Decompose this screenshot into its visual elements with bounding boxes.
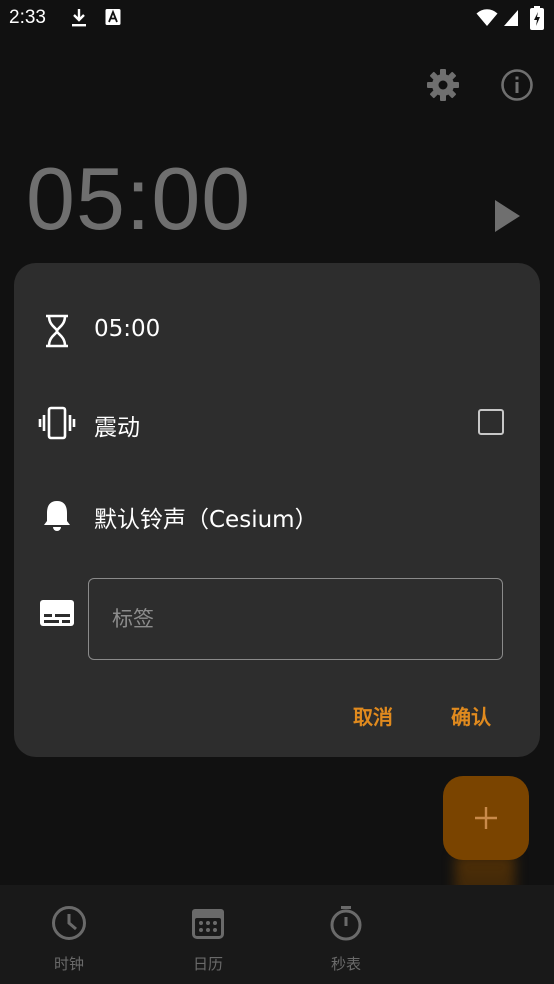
ringtone-row[interactable]: 默认铃声（Cesium） — [14, 486, 540, 542]
label-icon — [40, 600, 74, 626]
ringtone-label: 默认铃声（Cesium） — [94, 507, 318, 533]
download-icon — [72, 9, 86, 27]
vibrate-icon — [38, 406, 76, 440]
vibrate-label: 震动 — [94, 415, 140, 441]
signal-icon — [504, 10, 518, 26]
nav-item-stopwatch[interactable]: 秒表 — [296, 885, 396, 984]
wifi-icon — [476, 9, 498, 26]
bottom-navigation: 时钟 日历 秒表 — [0, 885, 554, 984]
stopwatch-icon — [330, 906, 362, 941]
nav-label-stopwatch: 秒表 — [330, 955, 361, 973]
font-a-icon — [105, 9, 121, 25]
duration-value: 05:00 — [94, 316, 161, 342]
gear-icon[interactable] — [426, 68, 460, 102]
label-input[interactable] — [88, 578, 503, 660]
nav-label-calendar: 日历 — [192, 955, 223, 973]
info-icon[interactable] — [500, 68, 534, 102]
vibrate-row[interactable]: 震动 — [14, 394, 540, 450]
cancel-button[interactable]: 取消 — [353, 701, 393, 730]
duration-row[interactable]: 05:00 — [14, 302, 540, 358]
hourglass-icon — [46, 314, 68, 348]
nav-item-clock[interactable]: 时钟 — [19, 885, 119, 984]
nav-item-calendar[interactable]: 日历 — [158, 885, 258, 984]
nav-label-clock: 时钟 — [53, 955, 84, 973]
timer-display[interactable]: 05:00 — [26, 148, 251, 250]
vibrate-checkbox[interactable] — [478, 409, 504, 435]
confirm-button[interactable]: 确认 — [451, 701, 491, 730]
play-icon[interactable] — [492, 198, 522, 234]
calendar-icon — [192, 909, 224, 939]
bell-icon — [44, 501, 70, 531]
add-timer-button[interactable] — [443, 776, 529, 860]
status-bar: 2:33 — [0, 0, 554, 40]
battery-charging-icon — [530, 6, 544, 30]
plus-icon — [475, 807, 497, 829]
status-time: 2:33 — [9, 7, 46, 28]
timer-dialog: 05:00 震动 默认铃声（Cesium） 取消 确认 — [14, 263, 540, 757]
clock-icon — [52, 906, 86, 940]
